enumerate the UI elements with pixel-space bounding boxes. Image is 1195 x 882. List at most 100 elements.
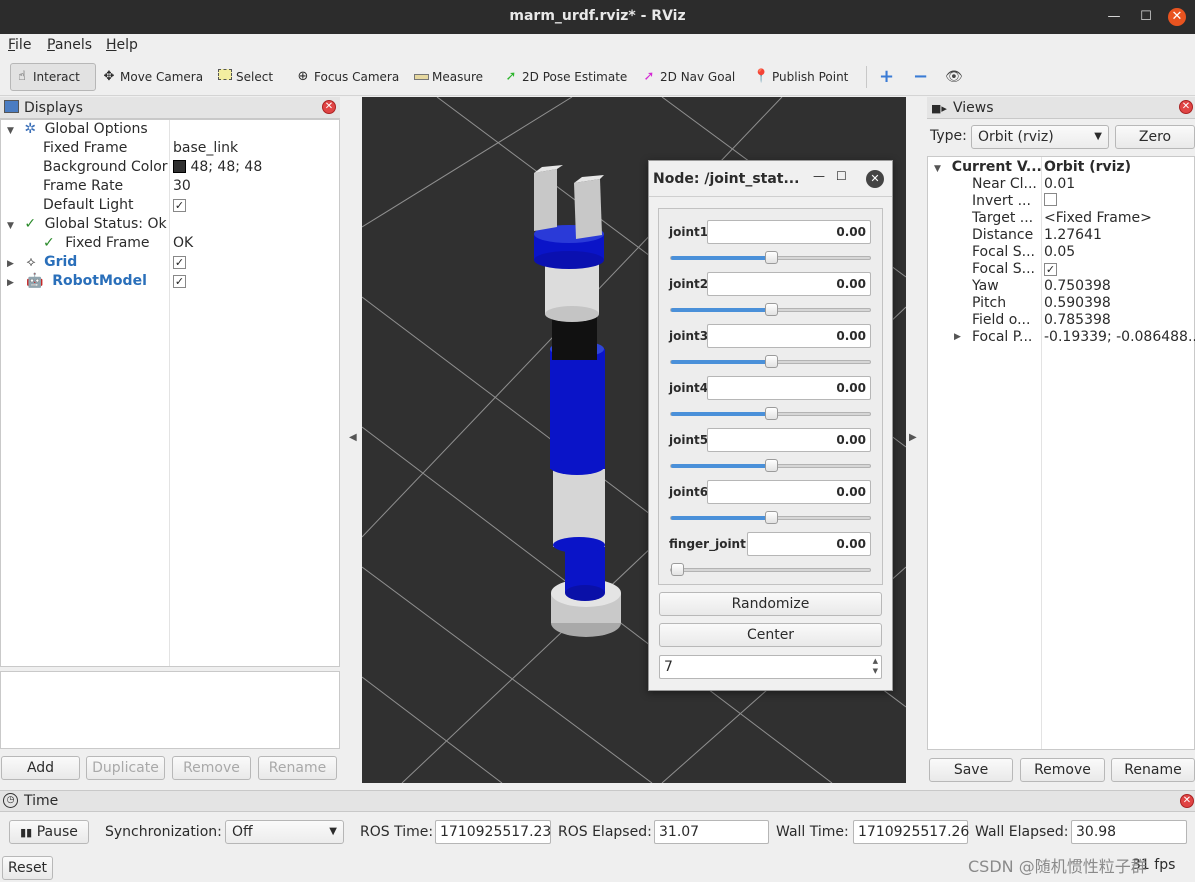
joint-value-field[interactable]: 0.00: [707, 376, 871, 400]
eye-icon: 👁: [945, 69, 963, 85]
global-status-row[interactable]: ▼ ✓ Global Status: Ok: [7, 215, 167, 234]
joint-value-field[interactable]: 0.00: [707, 428, 871, 452]
maximize-button[interactable]: ☐: [1136, 7, 1156, 27]
pause-button[interactable]: ▮▮ Pause: [9, 820, 89, 844]
joint-value-field[interactable]: 0.00: [707, 220, 871, 244]
view-prop-value[interactable]: 0.05: [1044, 244, 1075, 261]
zero-button[interactable]: Zero: [1115, 125, 1195, 149]
view-prop-label: Distance: [972, 227, 1034, 243]
view-prop-value[interactable]: [1044, 193, 1057, 210]
save-view-button[interactable]: Save: [929, 758, 1013, 782]
slider-handle[interactable]: [765, 251, 778, 264]
ros-elapsed-field[interactable]: 31.07: [654, 820, 769, 844]
robot-model-display-row[interactable]: ▶ 🤖 RobotModel: [7, 272, 147, 291]
checkbox[interactable]: [1044, 193, 1057, 206]
remove-view-button[interactable]: Remove: [1020, 758, 1105, 782]
slider-handle[interactable]: [765, 511, 778, 524]
joint-slider[interactable]: [670, 303, 871, 316]
status-fixed-frame-row: ✓ Fixed Frame: [43, 234, 150, 253]
joint-slider[interactable]: [670, 511, 871, 524]
joint-value-field[interactable]: 0.00: [707, 324, 871, 348]
duplicate-display-button[interactable]: Duplicate: [86, 756, 165, 780]
minimize-icon[interactable]: —: [813, 169, 825, 183]
interact-tool-button[interactable]: ☝ Interact: [10, 63, 96, 91]
view-prop-value[interactable]: 0.750398: [1044, 278, 1111, 295]
move-arrows-icon: ✥: [103, 69, 115, 84]
fixed-frame-value[interactable]: base_link: [173, 139, 238, 158]
nav-goal-tool-button[interactable]: ➚ 2D Nav Goal: [638, 63, 738, 91]
remove-display-button[interactable]: Remove: [172, 756, 251, 780]
add-tool-button[interactable]: +: [876, 63, 897, 91]
menu-help[interactable]: Help: [106, 37, 138, 53]
view-prop-value[interactable]: ✓: [1044, 261, 1057, 278]
joint-slider[interactable]: [670, 407, 871, 420]
robot-model-checkbox[interactable]: ✓: [173, 272, 186, 291]
move-camera-label: Move Camera: [120, 70, 204, 84]
joint-value-field[interactable]: 0.00: [747, 532, 871, 556]
grid-checkbox[interactable]: ✓: [173, 253, 186, 272]
grid-display-row[interactable]: ▶ ⟡ Grid: [7, 253, 77, 272]
global-options-row[interactable]: ▼ ✲ Global Options: [7, 120, 148, 139]
minimize-button[interactable]: —: [1104, 7, 1124, 27]
rename-display-button[interactable]: Rename: [258, 756, 337, 780]
view-prop-value[interactable]: <Fixed Frame>: [1044, 210, 1152, 227]
view-prop-value[interactable]: 0.785398: [1044, 312, 1111, 329]
close-dialog-icon[interactable]: ✕: [866, 170, 884, 188]
center-button[interactable]: Center: [659, 623, 882, 647]
view-type-dropdown[interactable]: Orbit (rviz) ▼: [971, 125, 1109, 149]
view-prop-value[interactable]: 1.27641: [1044, 227, 1102, 244]
collapse-left-icon[interactable]: ◀: [349, 432, 357, 443]
publish-point-tool-button[interactable]: 📍 Publish Point: [750, 63, 851, 91]
maximize-icon[interactable]: ☐: [836, 169, 847, 183]
select-tool-button[interactable]: Select: [214, 63, 276, 91]
randomize-button[interactable]: Randomize: [659, 592, 882, 616]
reset-button[interactable]: Reset: [2, 856, 53, 880]
move-camera-tool-button[interactable]: ✥ Move Camera: [98, 63, 206, 91]
joint-slider[interactable]: [670, 459, 871, 472]
add-display-button[interactable]: Add: [1, 756, 80, 780]
background-color-label: Background Color: [43, 159, 168, 175]
view-prop-label: Invert ...: [972, 193, 1031, 209]
menu-file[interactable]: File: [8, 37, 31, 53]
joint-slider[interactable]: [670, 251, 871, 264]
pose-estimate-tool-button[interactable]: ➚ 2D Pose Estimate: [500, 63, 630, 91]
rename-view-button[interactable]: Rename: [1111, 758, 1195, 782]
menu-panels[interactable]: Panels: [47, 37, 92, 53]
joint-count-spinbox[interactable]: 7 ▲ ▼: [659, 655, 882, 679]
joint-slider[interactable]: [670, 563, 871, 576]
close-time-icon[interactable]: ✕: [1180, 794, 1194, 808]
background-color-value[interactable]: 48; 48; 48: [173, 158, 262, 177]
default-light-checkbox[interactable]: ✓: [173, 196, 186, 215]
current-view-row[interactable]: ▼ Current V...: [934, 158, 1042, 177]
joint-dialog-titlebar[interactable]: Node: /joint_stat... — ☐ ✕: [649, 161, 892, 197]
wall-elapsed-field[interactable]: 30.98: [1071, 820, 1187, 844]
spin-arrows-icon[interactable]: ▲ ▼: [873, 656, 878, 676]
slider-handle[interactable]: [765, 303, 778, 316]
view-prop-value[interactable]: 0.590398: [1044, 295, 1111, 312]
slider-handle[interactable]: [765, 407, 778, 420]
remove-tool-button[interactable]: −: [910, 63, 931, 91]
close-displays-icon[interactable]: ✕: [322, 100, 336, 114]
frame-rate-value[interactable]: 30: [173, 177, 191, 196]
joint-value-field[interactable]: 0.00: [707, 480, 871, 504]
monitor-icon: [4, 100, 19, 113]
collapse-right-icon[interactable]: ▶: [909, 432, 917, 443]
ros-time-field[interactable]: 1710925517.23: [435, 820, 551, 844]
expand-arrow-icon[interactable]: ▶: [954, 329, 961, 346]
checkbox[interactable]: ✓: [1044, 263, 1057, 276]
slider-handle[interactable]: [671, 563, 684, 576]
tool-properties-button[interactable]: 👁: [942, 63, 966, 91]
measure-tool-button[interactable]: Measure: [410, 63, 486, 91]
sync-label: Synchronization:: [105, 824, 222, 840]
view-prop-value[interactable]: -0.19339; -0.086488...: [1044, 329, 1195, 346]
close-views-icon[interactable]: ✕: [1179, 100, 1193, 114]
slider-handle[interactable]: [765, 459, 778, 472]
focus-camera-tool-button[interactable]: ⊕ Focus Camera: [292, 63, 402, 91]
view-prop-value[interactable]: 0.01: [1044, 176, 1075, 193]
slider-handle[interactable]: [765, 355, 778, 368]
sync-dropdown[interactable]: Off ▼: [225, 820, 344, 844]
joint-slider[interactable]: [670, 355, 871, 368]
close-window-button[interactable]: ✕: [1168, 8, 1186, 26]
joint-value-field[interactable]: 0.00: [707, 272, 871, 296]
wall-time-field[interactable]: 1710925517.26: [853, 820, 969, 844]
